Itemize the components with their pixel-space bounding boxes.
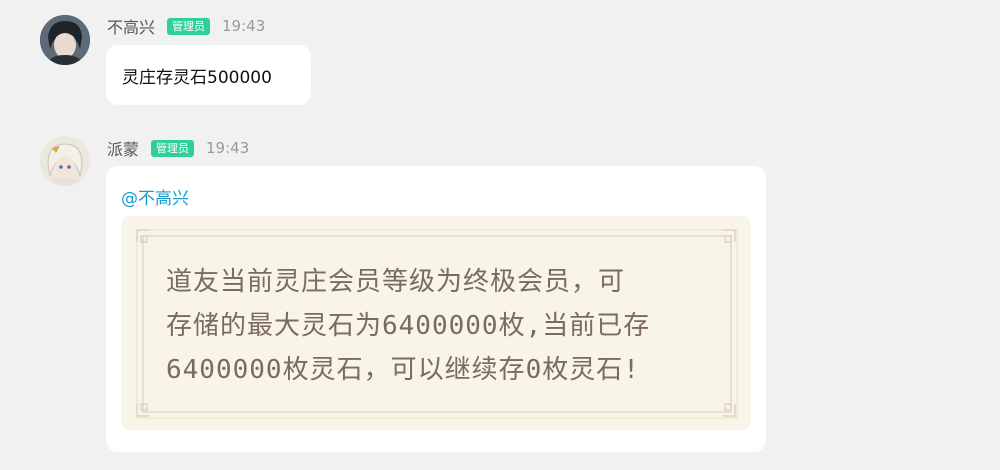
sender-name[interactable]: 不高兴	[107, 14, 155, 38]
message-bubble[interactable]: 灵庄存灵石500000	[106, 45, 311, 105]
admin-badge: 管理员	[151, 139, 195, 157]
result-card: 道友当前灵庄会员等级为终极会员，可 存储的最大灵石为6400000枚,当前已存 …	[121, 216, 751, 430]
message-header: 不高兴 管理员 19:43	[107, 15, 265, 37]
card-line: 6400000枚灵石，可以继续存0枚灵石!	[166, 355, 640, 385]
sender-name[interactable]: 派蒙	[107, 136, 139, 160]
message-text: 灵庄存灵石500000	[122, 68, 272, 88]
card-line: 道友当前灵庄会员等级为终极会员，可	[166, 267, 626, 297]
message-time: 19:43	[222, 17, 266, 35]
chat-message: 不高兴 管理员 19:43 灵庄存灵石500000	[0, 0, 1000, 120]
avatar[interactable]	[40, 15, 90, 65]
mention-link[interactable]: @不高兴	[121, 184, 189, 209]
card-line: 存储的最大灵石为6400000枚,当前已存	[166, 311, 651, 341]
message-bubble[interactable]: @不高兴 道友当前灵庄会员等级为终极会员，可 存储的最大灵石为6400000枚,…	[106, 166, 766, 452]
user-avatar-icon	[40, 136, 90, 186]
message-time: 19:43	[206, 139, 250, 157]
chat-message: 派蒙 管理员 19:43 @不高兴 道友当前灵庄会员等级为终极会员，可 存储的最…	[0, 120, 1000, 470]
admin-badge: 管理员	[167, 17, 211, 35]
card-text: 道友当前灵庄会员等级为终极会员，可 存储的最大灵石为6400000枚,当前已存 …	[166, 260, 726, 392]
user-avatar-icon	[40, 15, 90, 65]
avatar[interactable]	[40, 136, 90, 186]
message-header: 派蒙 管理员 19:43	[107, 137, 249, 159]
